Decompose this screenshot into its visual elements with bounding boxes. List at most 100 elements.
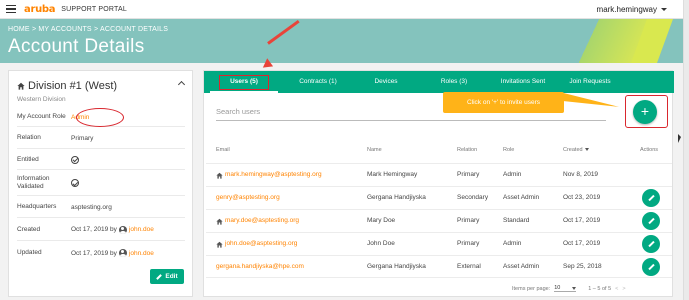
- edit-user-button[interactable]: [642, 235, 660, 253]
- created-cell: Oct 17, 2019: [563, 217, 601, 224]
- tab-invitations-sent[interactable]: Invitations Sent: [488, 71, 558, 93]
- column-header-name[interactable]: Name: [367, 147, 382, 153]
- column-header-email[interactable]: Email: [216, 147, 230, 153]
- email-cell[interactable]: gergana.handjiyska@hpe.com: [216, 256, 304, 278]
- edit-user-button[interactable]: [642, 189, 660, 207]
- relation-cell: Primary: [457, 240, 480, 247]
- field-value: Primary: [71, 134, 94, 142]
- name-cell: Gergana Handjiyska: [367, 194, 426, 201]
- name-cell: Mark Hemingway: [367, 171, 418, 178]
- field-value: [71, 155, 79, 164]
- field-value: asptesting.org: [71, 203, 112, 211]
- field-label: My Account Role: [17, 113, 66, 120]
- user-menu[interactable]: mark.hemingway: [597, 5, 667, 14]
- created-by-link[interactable]: john.doe: [129, 226, 154, 233]
- field-label: Information Validated: [17, 175, 50, 190]
- aruba-logo[interactable]: aruba: [24, 4, 56, 15]
- relation-cell: Secondary: [457, 194, 489, 201]
- breadcrumb-home[interactable]: HOME: [8, 26, 30, 33]
- annotation-oval: [76, 108, 124, 127]
- next-page-button[interactable]: >: [622, 286, 625, 292]
- field-label: Entitled: [17, 155, 39, 163]
- hamburger-menu-icon[interactable]: [6, 4, 16, 14]
- email-cell[interactable]: genry@asptesting.org: [216, 187, 280, 209]
- column-header-relation[interactable]: Relation: [457, 147, 477, 153]
- table-header: Email Name Relation Role Created Actions: [216, 147, 666, 157]
- relation-cell: Primary: [457, 217, 480, 224]
- tab-contracts[interactable]: Contracts (1): [284, 71, 352, 93]
- annotation-box: [219, 75, 269, 90]
- field-value: Oct 17, 2019 by john.doe: [71, 249, 154, 257]
- home-icon: [216, 218, 223, 225]
- role-cell: Admin: [503, 240, 522, 247]
- add-user-button[interactable]: +: [633, 100, 657, 124]
- field-label: Updated: [17, 249, 42, 256]
- check-circle-icon: [71, 179, 79, 187]
- home-icon: [216, 241, 223, 248]
- avatar-icon: [118, 225, 127, 234]
- email-cell[interactable]: mark.hemingway@asptesting.org: [216, 164, 322, 186]
- mouse-cursor-icon: [678, 134, 681, 143]
- field-row-headquarters: Headquarters asptesting.org: [17, 197, 185, 218]
- division-title: Division #1 (West): [17, 80, 117, 92]
- pagination: Items per page: 10 1 – 5 of 5 < >: [512, 285, 626, 292]
- portal-name: SUPPORT PORTAL: [61, 5, 127, 13]
- edit-button[interactable]: Edit: [150, 269, 184, 284]
- field-value: Oct 17, 2019 by john.doe: [71, 225, 154, 234]
- sort-down-icon: [584, 148, 589, 152]
- page-scrollbar[interactable]: [683, 0, 689, 300]
- home-icon: [216, 172, 223, 179]
- tab-join-requests[interactable]: Join Requests: [558, 71, 622, 93]
- tab-devices[interactable]: Devices: [352, 71, 420, 93]
- column-header-role[interactable]: Role: [503, 147, 514, 153]
- field-row-relation: Relation Primary: [17, 128, 185, 149]
- pencil-icon: [647, 263, 655, 271]
- column-header-actions: Actions: [640, 147, 659, 153]
- role-cell: Asset Admin: [503, 263, 540, 270]
- edit-user-button[interactable]: [642, 212, 660, 230]
- field-row-entitled: Entitled: [17, 150, 185, 170]
- created-cell: Sep 25, 2018: [563, 263, 602, 270]
- field-value: [71, 179, 79, 187]
- name-cell: Gergana Handjiyska: [367, 263, 426, 270]
- user-name: mark.hemingway: [596, 5, 657, 14]
- field-label: Created: [17, 225, 41, 233]
- breadcrumb-account-details: ACCOUNT DETAILS: [100, 26, 169, 33]
- caret-down-icon: [572, 287, 577, 290]
- invite-tooltip: Click on '+' to invite users: [443, 92, 564, 113]
- pencil-icon: [647, 240, 655, 248]
- pencil-icon: [647, 194, 655, 202]
- role-cell: Admin: [503, 171, 522, 178]
- field-row-validated: Information Validated: [17, 171, 185, 196]
- table-row: mark.hemingway@asptesting.org Mark Hemin…: [206, 163, 672, 186]
- role-cell: Asset Admin: [503, 194, 540, 201]
- home-icon: [17, 82, 25, 90]
- breadcrumb-my-accounts[interactable]: MY ACCOUNTS: [38, 26, 91, 33]
- field-row-created: Created Oct 17, 2019 by john.doe: [17, 219, 185, 241]
- prev-page-button[interactable]: <: [615, 286, 618, 292]
- role-cell: Standard: [503, 217, 530, 224]
- field-label: Headquarters: [17, 203, 57, 210]
- caret-down-icon: [661, 8, 667, 11]
- created-cell: Nov 8, 2019: [563, 171, 599, 178]
- items-per-page-select[interactable]: 10: [554, 285, 577, 292]
- field-label: Relation: [17, 134, 41, 141]
- name-cell: Mary Doe: [367, 217, 396, 224]
- division-subtitle: Western Division: [17, 96, 66, 103]
- top-bar: aruba SUPPORT PORTAL mark.hemingway: [0, 0, 689, 19]
- table-row: gergana.handjiyska@hpe.com Gergana Handj…: [206, 255, 672, 278]
- breadcrumb: HOME > MY ACCOUNTS > ACCOUNT DETAILS: [8, 26, 169, 33]
- page-range: 1 – 5 of 5: [588, 285, 612, 292]
- email-cell[interactable]: mary.doe@asptesting.org: [216, 210, 299, 232]
- edit-user-button[interactable]: [642, 258, 660, 276]
- items-per-page-label: Items per page:: [512, 285, 551, 292]
- updated-by-link[interactable]: john.doe: [129, 250, 154, 257]
- column-header-created[interactable]: Created: [563, 147, 589, 153]
- tab-roles[interactable]: Roles (3): [420, 71, 488, 93]
- field-row-updated: Updated Oct 17, 2019 by john.doe: [17, 242, 185, 264]
- tab-bar: Users (5) Contracts (1) Devices Roles (3…: [204, 71, 674, 93]
- name-cell: John Doe: [367, 240, 395, 247]
- chevron-up-icon[interactable]: [177, 80, 186, 89]
- email-cell[interactable]: john.doe@asptesting.org: [216, 233, 297, 255]
- table-row: genry@asptesting.org Gergana Handjiyska …: [206, 186, 672, 209]
